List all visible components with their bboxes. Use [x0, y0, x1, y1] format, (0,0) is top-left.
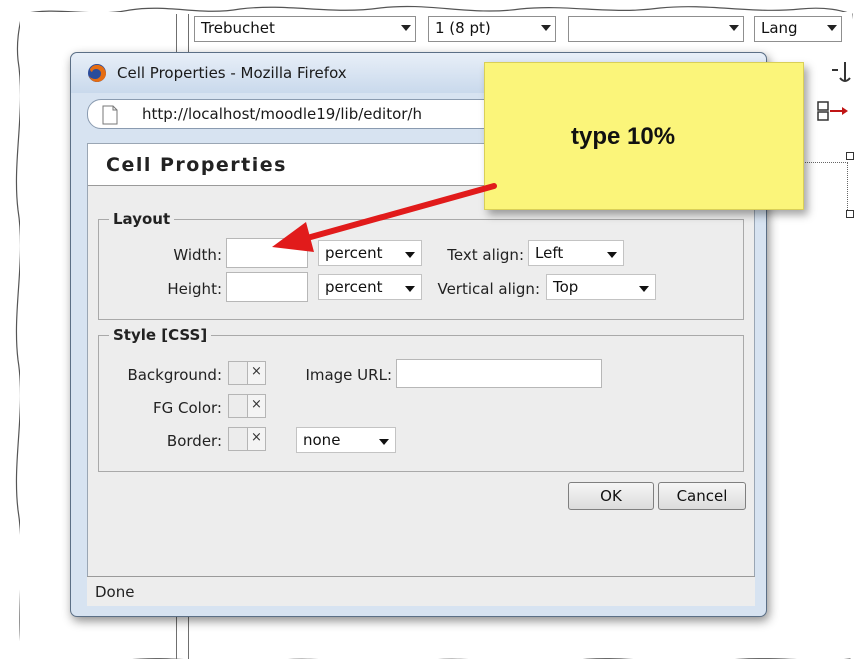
chevron-down-icon [405, 252, 415, 258]
heading-select[interactable] [568, 16, 744, 42]
chevron-down-icon [405, 286, 415, 292]
text-align-select[interactable]: Left [528, 240, 624, 266]
page-icon [102, 105, 118, 125]
table-handle[interactable] [846, 210, 854, 218]
vertical-align-value: Top [553, 278, 579, 296]
width-label: Width: [173, 246, 222, 264]
chevron-down-icon [379, 439, 389, 445]
fg-color-swatch[interactable]: × [228, 394, 266, 418]
lang-select[interactable]: Lang [754, 16, 842, 42]
background-label: Background: [127, 366, 222, 384]
height-input[interactable] [226, 272, 308, 302]
ok-button[interactable]: OK [568, 482, 654, 510]
page-title: Cell Properties [106, 154, 287, 176]
size-select-value: 1 (8 pt) [435, 19, 491, 37]
anchor-icon[interactable] [830, 58, 852, 84]
height-unit-value: percent [325, 278, 383, 296]
chevron-down-icon [639, 286, 649, 292]
border-style-select[interactable]: none [296, 427, 396, 453]
font-select[interactable]: Trebuchet [194, 16, 416, 42]
style-legend: Style [CSS] [113, 326, 208, 344]
border-color-swatch[interactable]: × [228, 427, 266, 451]
status-text: Done [95, 583, 135, 601]
window-title: Cell Properties - Mozilla Firefox [117, 64, 347, 82]
table-handle[interactable] [846, 152, 854, 160]
text-align-label: Text align: [447, 246, 524, 264]
image-url-label: Image URL: [305, 366, 392, 384]
image-url-input[interactable] [396, 359, 602, 388]
height-unit-select[interactable]: percent [318, 274, 422, 300]
width-input[interactable] [226, 238, 308, 268]
font-select-value: Trebuchet [201, 19, 275, 37]
size-select[interactable]: 1 (8 pt) [428, 16, 556, 42]
fg-color-label: FG Color: [153, 399, 222, 417]
callout-text: type 10% [571, 123, 676, 150]
width-unit-select[interactable]: percent [318, 240, 422, 266]
clear-border-color-icon[interactable]: × [247, 428, 265, 450]
border-label: Border: [166, 432, 222, 450]
chevron-down-icon [729, 25, 739, 31]
vertical-align-select[interactable]: Top [546, 274, 656, 300]
url-text: http://localhost/moodle19/lib/editor/h [142, 105, 422, 123]
background-color-swatch[interactable]: × [228, 361, 266, 385]
clear-fg-color-icon[interactable]: × [247, 395, 265, 417]
border-style-value: none [303, 431, 341, 449]
cancel-button[interactable]: Cancel [658, 482, 746, 510]
layout-legend: Layout [113, 210, 171, 228]
callout-note: type 10% [484, 62, 804, 210]
chevron-down-icon [401, 25, 411, 31]
chevron-down-icon [541, 25, 551, 31]
clear-background-icon[interactable]: × [247, 362, 265, 384]
table-split-icon[interactable] [814, 98, 850, 124]
width-unit-value: percent [325, 244, 383, 262]
dialog-content: Cell Properties Layout Width: percent Te… [87, 143, 755, 605]
chevron-down-icon [827, 25, 837, 31]
firefox-icon [88, 64, 106, 82]
text-align-value: Left [535, 244, 564, 262]
lang-select-value: Lang [761, 19, 798, 37]
height-label: Height: [167, 280, 222, 298]
vertical-align-label: Vertical align: [437, 280, 540, 298]
status-bar: Done [87, 576, 755, 606]
chevron-down-icon [607, 252, 617, 258]
